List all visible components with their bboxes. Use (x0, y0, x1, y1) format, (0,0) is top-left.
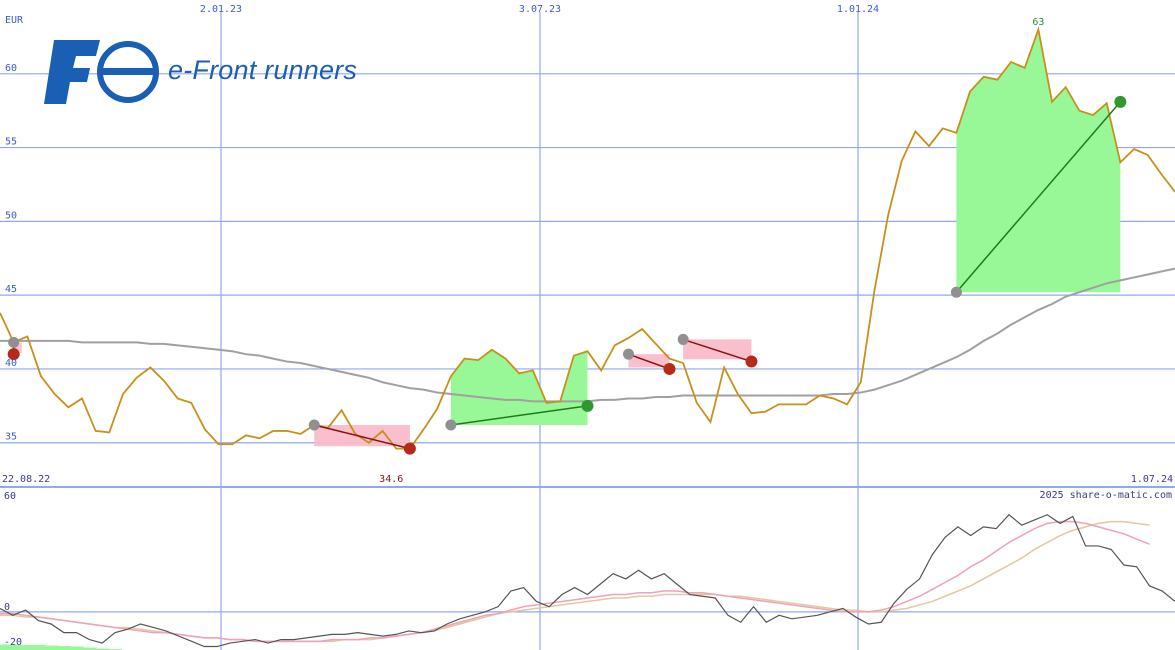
x-tick-label: 1.01.24 (837, 4, 879, 15)
osc-bar (57, 646, 71, 650)
low-label: 34.6 (379, 474, 403, 485)
y-tick-label: 60 (5, 63, 17, 74)
x-end-label: 1.07.24 (1131, 474, 1173, 485)
osc-main-line (0, 513, 1175, 648)
osc-bar (32, 645, 46, 650)
y-tick-label: 50 (5, 210, 17, 221)
y-tick-label: 35 (5, 432, 17, 443)
osc-signal-2 (0, 520, 1150, 643)
exit-marker (1114, 95, 1127, 108)
exit-marker (403, 442, 416, 455)
gain-area (450, 349, 588, 426)
exit-marker (745, 355, 758, 368)
entry-marker (677, 333, 689, 345)
y-tick-label: 45 (5, 284, 17, 295)
osc-tick-label: -20 (4, 637, 22, 648)
entry-marker (445, 419, 457, 431)
gain-area (956, 29, 1121, 293)
entry-marker (950, 286, 962, 298)
exit-marker (663, 362, 676, 375)
exit-marker (581, 399, 594, 412)
osc-tick-label: 0 (4, 602, 10, 613)
osc-tick-label: 60 (4, 491, 16, 502)
osc-signal-1 (0, 520, 1150, 643)
currency-label: EUR (5, 15, 24, 26)
entry-marker (622, 348, 634, 360)
y-tick-label: 40 (5, 358, 17, 369)
x-tick-label: 3.07.23 (519, 4, 561, 15)
y-tick-label: 55 (5, 137, 17, 148)
x-tick-label: 2.01.23 (200, 4, 242, 15)
x-start-label: 22.08.22 (2, 474, 50, 485)
osc-bar (45, 645, 59, 650)
osc-bar (70, 646, 84, 650)
high-label: 63 (1032, 17, 1044, 28)
logo-text: e-Front runners (168, 55, 358, 85)
entry-marker (308, 419, 320, 431)
watermark: 2025 share-o-matic.com (1039, 490, 1172, 501)
oscillator-panel (0, 513, 1175, 650)
entry-marker (8, 336, 20, 348)
fe-logo-icon (44, 40, 159, 104)
